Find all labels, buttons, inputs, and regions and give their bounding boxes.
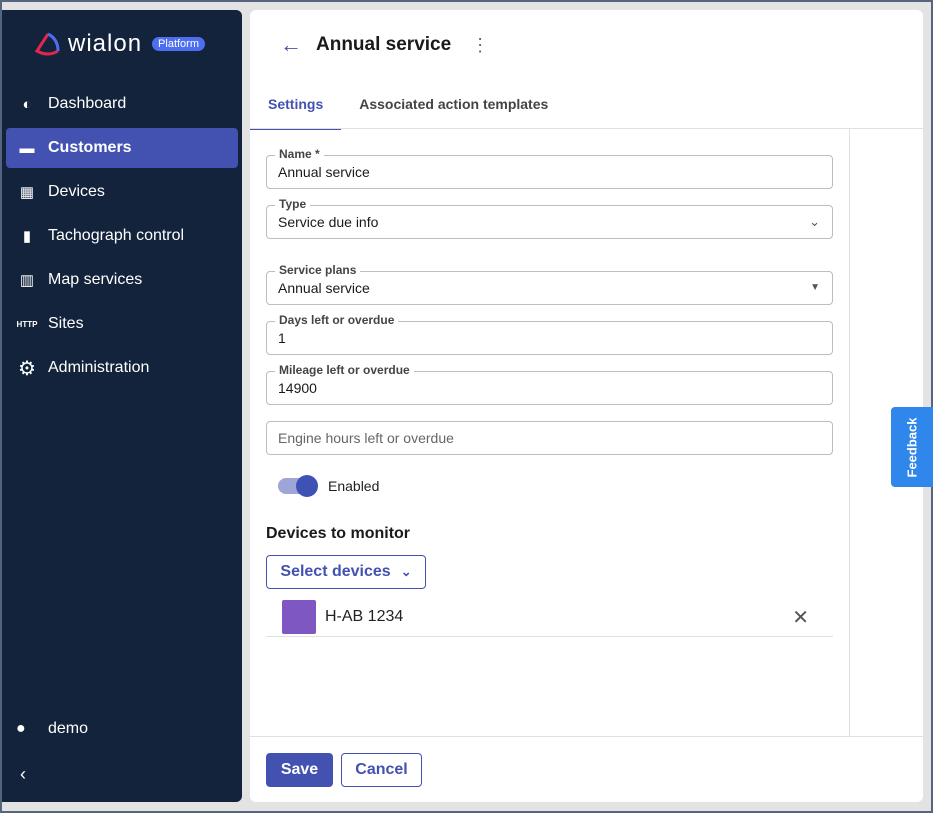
service-plans-select[interactable]: Service plans Annual service ▼ — [266, 263, 833, 305]
sidebar-item-sites[interactable]: HTTP Sites — [6, 304, 238, 344]
gear-icon: ⚙ — [18, 357, 36, 380]
more-vert-icon[interactable]: ⋮ — [471, 35, 489, 56]
dashboard-icon: ◐ — [22, 95, 32, 113]
map-icon: ▥ — [19, 272, 35, 289]
tab-associated-action-templates[interactable]: Associated action templates — [341, 84, 566, 130]
toggle-switch[interactable] — [278, 475, 318, 497]
user-menu[interactable]: ● demo — [16, 720, 88, 738]
main-panel: ← Annual service ⋮ Settings Associated a… — [250, 10, 923, 802]
close-icon[interactable]: ✕ — [792, 605, 809, 630]
name-field[interactable]: Name * Annual service — [266, 147, 833, 189]
sidebar-item-dashboard[interactable]: ◐ Dashboard — [6, 84, 238, 124]
save-button[interactable]: Save — [266, 753, 333, 787]
sidebar-item-tachograph[interactable]: ▮ Tachograph control — [6, 216, 238, 256]
chevron-down-icon: ⌄ — [400, 564, 412, 579]
mileage-left-field[interactable]: Mileage left or overdue 14900 — [266, 363, 833, 405]
sidebar-item-devices[interactable]: ▦ Devices — [6, 172, 238, 212]
logo: wialon Platform — [34, 30, 206, 58]
feedback-button[interactable]: Feedback — [891, 407, 933, 487]
devices-section-title: Devices to monitor — [266, 525, 411, 542]
engine-hours-field[interactable]: Engine hours left or overdue — [266, 421, 833, 455]
wialon-logo-icon — [34, 32, 60, 56]
tachograph-card-icon: ▮ — [22, 228, 32, 245]
briefcase-icon: ▬ — [19, 139, 35, 157]
user-icon: ● — [16, 720, 26, 737]
sidebar-item-customers[interactable]: ▬ Customers — [6, 128, 238, 168]
days-left-field[interactable]: Days left or overdue 1 — [266, 313, 833, 355]
tab-settings[interactable]: Settings — [250, 84, 342, 130]
chevron-down-icon: ⌄ — [809, 214, 820, 229]
http-icon: HTTP — [16, 319, 38, 329]
enabled-toggle[interactable]: Enabled — [278, 475, 379, 497]
device-color-swatch — [282, 600, 316, 634]
sidebar-item-administration[interactable]: ⚙ Administration — [6, 348, 238, 388]
sidebar: wialon Platform ◐ Dashboard ▬ Customers ▦ D… — [2, 10, 242, 802]
collapse-sidebar-chevron-icon[interactable]: ‹ — [20, 764, 26, 785]
caret-down-icon: ▼ — [810, 282, 820, 293]
select-devices-button[interactable]: Select devices ⌄ — [266, 555, 426, 589]
list-item: H-AB 1234 ✕ — [266, 598, 833, 637]
page-title: Annual service — [316, 34, 452, 55]
type-select[interactable]: Type Service due info ⌄ — [266, 197, 833, 239]
sidebar-item-map-services[interactable]: ▥ Map services — [6, 260, 238, 300]
cancel-button[interactable]: Cancel — [341, 753, 422, 787]
devices-icon: ▦ — [19, 184, 35, 201]
back-arrow-icon[interactable]: ← — [280, 32, 302, 58]
